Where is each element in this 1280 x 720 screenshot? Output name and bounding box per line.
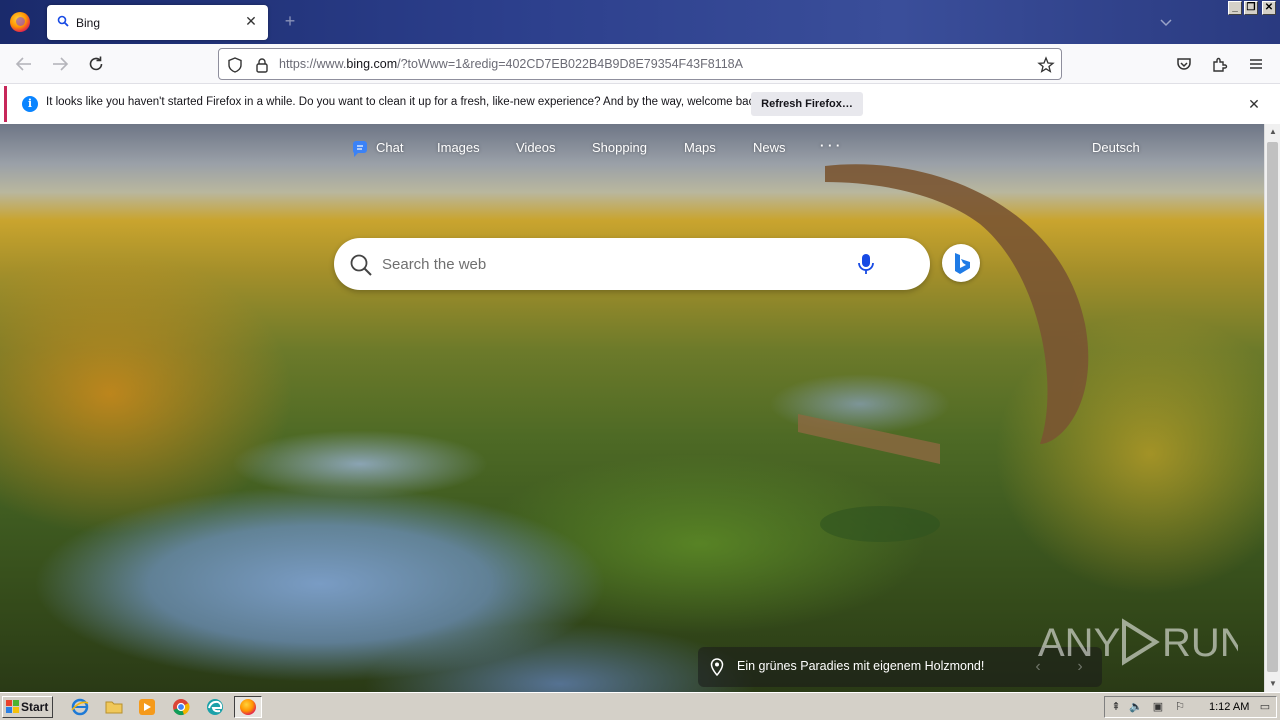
- copilot-button[interactable]: [942, 244, 980, 282]
- network-icon[interactable]: ▣: [1151, 700, 1165, 714]
- nav-videos[interactable]: Videos: [516, 140, 556, 155]
- pocket-icon[interactable]: [1174, 54, 1194, 74]
- folder-icon[interactable]: [105, 698, 123, 716]
- url-text[interactable]: https://www.bing.com/?toWww=1&redig=402C…: [279, 57, 743, 71]
- url-prefix: https://www.: [279, 57, 347, 71]
- address-bar[interactable]: https://www.bing.com/?toWww=1&redig=402C…: [218, 48, 1062, 80]
- notification-message: It looks like you haven't started Firefo…: [46, 96, 764, 108]
- nav-news[interactable]: News: [753, 140, 786, 155]
- internet-explorer-icon[interactable]: [71, 698, 89, 716]
- notification-close-icon[interactable]: ✕: [1246, 96, 1262, 112]
- tab-close-icon[interactable]: ✕: [243, 13, 259, 29]
- anyrun-watermark-logo: ANY RUN: [1038, 618, 1238, 666]
- search-input[interactable]: [382, 252, 842, 276]
- navigation-toolbar: https://www.bing.com/?toWww=1&redig=402C…: [0, 44, 1280, 84]
- extensions-puzzle-icon[interactable]: [1210, 54, 1230, 74]
- hamburger-menu-icon[interactable]: [1246, 54, 1266, 74]
- show-desktop-icon[interactable]: ▭: [1258, 700, 1272, 714]
- vertical-scrollbar[interactable]: ▲ ▼: [1264, 124, 1280, 692]
- back-arrow-icon[interactable]: [14, 54, 34, 74]
- refresh-firefox-button[interactable]: Refresh Firefox…: [751, 92, 863, 116]
- volume-icon[interactable]: 🔈: [1129, 700, 1143, 714]
- microphone-icon[interactable]: [856, 252, 876, 276]
- tray-show-hidden-icon[interactable]: ⇞: [1109, 700, 1123, 714]
- taskbar-firefox-button[interactable]: [234, 696, 262, 718]
- url-domain: bing.com: [346, 57, 398, 71]
- close-window-icon[interactable]: ✕: [1262, 1, 1276, 15]
- restore-window-icon[interactable]: ❐: [1244, 1, 1258, 15]
- nav-more-menu[interactable]: · · ·: [820, 138, 840, 153]
- nav-chat[interactable]: Chat: [376, 140, 403, 155]
- tracking-protection-shield-icon[interactable]: [226, 56, 244, 74]
- background-wooden-moon-image: [798, 164, 1089, 542]
- start-label: Start: [21, 700, 49, 714]
- nav-images[interactable]: Images: [437, 140, 480, 155]
- bookmark-star-icon[interactable]: [1037, 56, 1055, 74]
- tab-bing[interactable]: Bing ✕: [47, 5, 268, 40]
- copilot-b-icon: [955, 253, 970, 274]
- watermark-any: ANY: [1038, 621, 1120, 665]
- list-all-tabs-chevron-icon[interactable]: [1158, 14, 1174, 30]
- forward-arrow-icon[interactable]: [50, 54, 70, 74]
- firefox-logo-icon[interactable]: [10, 12, 30, 32]
- scroll-thumb[interactable]: [1267, 142, 1278, 672]
- bing-homepage: Chat Images Videos Shopping Maps News · …: [0, 124, 1264, 692]
- refresh-firefox-notification: i It looks like you haven't started Fire…: [4, 86, 1276, 122]
- lock-icon[interactable]: [253, 56, 271, 74]
- action-center-flag-icon[interactable]: ⚐: [1173, 700, 1187, 714]
- minimize-window-icon[interactable]: _: [1228, 1, 1242, 15]
- image-caption[interactable]: Ein grünes Paradies mit eigenem Holzmond…: [737, 659, 984, 673]
- watermark-run: RUN: [1162, 621, 1238, 665]
- tab-title: Bing: [76, 16, 101, 30]
- nav-shopping[interactable]: Shopping: [592, 140, 647, 155]
- new-tab-plus-icon[interactable]: +: [280, 11, 300, 31]
- scroll-down-arrow-icon[interactable]: ▼: [1265, 676, 1280, 692]
- info-icon: i: [22, 96, 38, 112]
- search-box: [334, 238, 930, 290]
- firefox-icon: [240, 699, 256, 715]
- search-icon: [57, 15, 69, 27]
- taskbar-clock[interactable]: 1:12 AM: [1209, 701, 1249, 713]
- scroll-up-arrow-icon[interactable]: ▲: [1265, 124, 1280, 140]
- url-path: /?toWww=1&redig=402CD7EB022B4B9D8E79354F…: [397, 57, 743, 71]
- start-button[interactable]: Start: [2, 696, 53, 718]
- reload-icon[interactable]: [86, 54, 106, 74]
- language-link[interactable]: Deutsch: [1092, 140, 1140, 155]
- location-pin-icon: [710, 658, 724, 676]
- windows-flag-icon: [6, 700, 19, 713]
- windows-taskbar: Start ⇞ 🔈 ▣ ⚐ 1:12 AM ▭: [0, 692, 1280, 720]
- media-player-icon[interactable]: [138, 698, 156, 716]
- copilot-chat-icon[interactable]: [351, 141, 369, 157]
- browser-tab-bar: Bing ✕ + _ ❐ ✕: [0, 0, 1280, 44]
- edge-icon[interactable]: [206, 698, 224, 716]
- chrome-icon[interactable]: [172, 698, 190, 716]
- search-icon: [350, 254, 372, 276]
- nav-maps[interactable]: Maps: [684, 140, 716, 155]
- system-tray: ⇞ 🔈 ▣ ⚐ 1:12 AM ▭: [1104, 696, 1277, 718]
